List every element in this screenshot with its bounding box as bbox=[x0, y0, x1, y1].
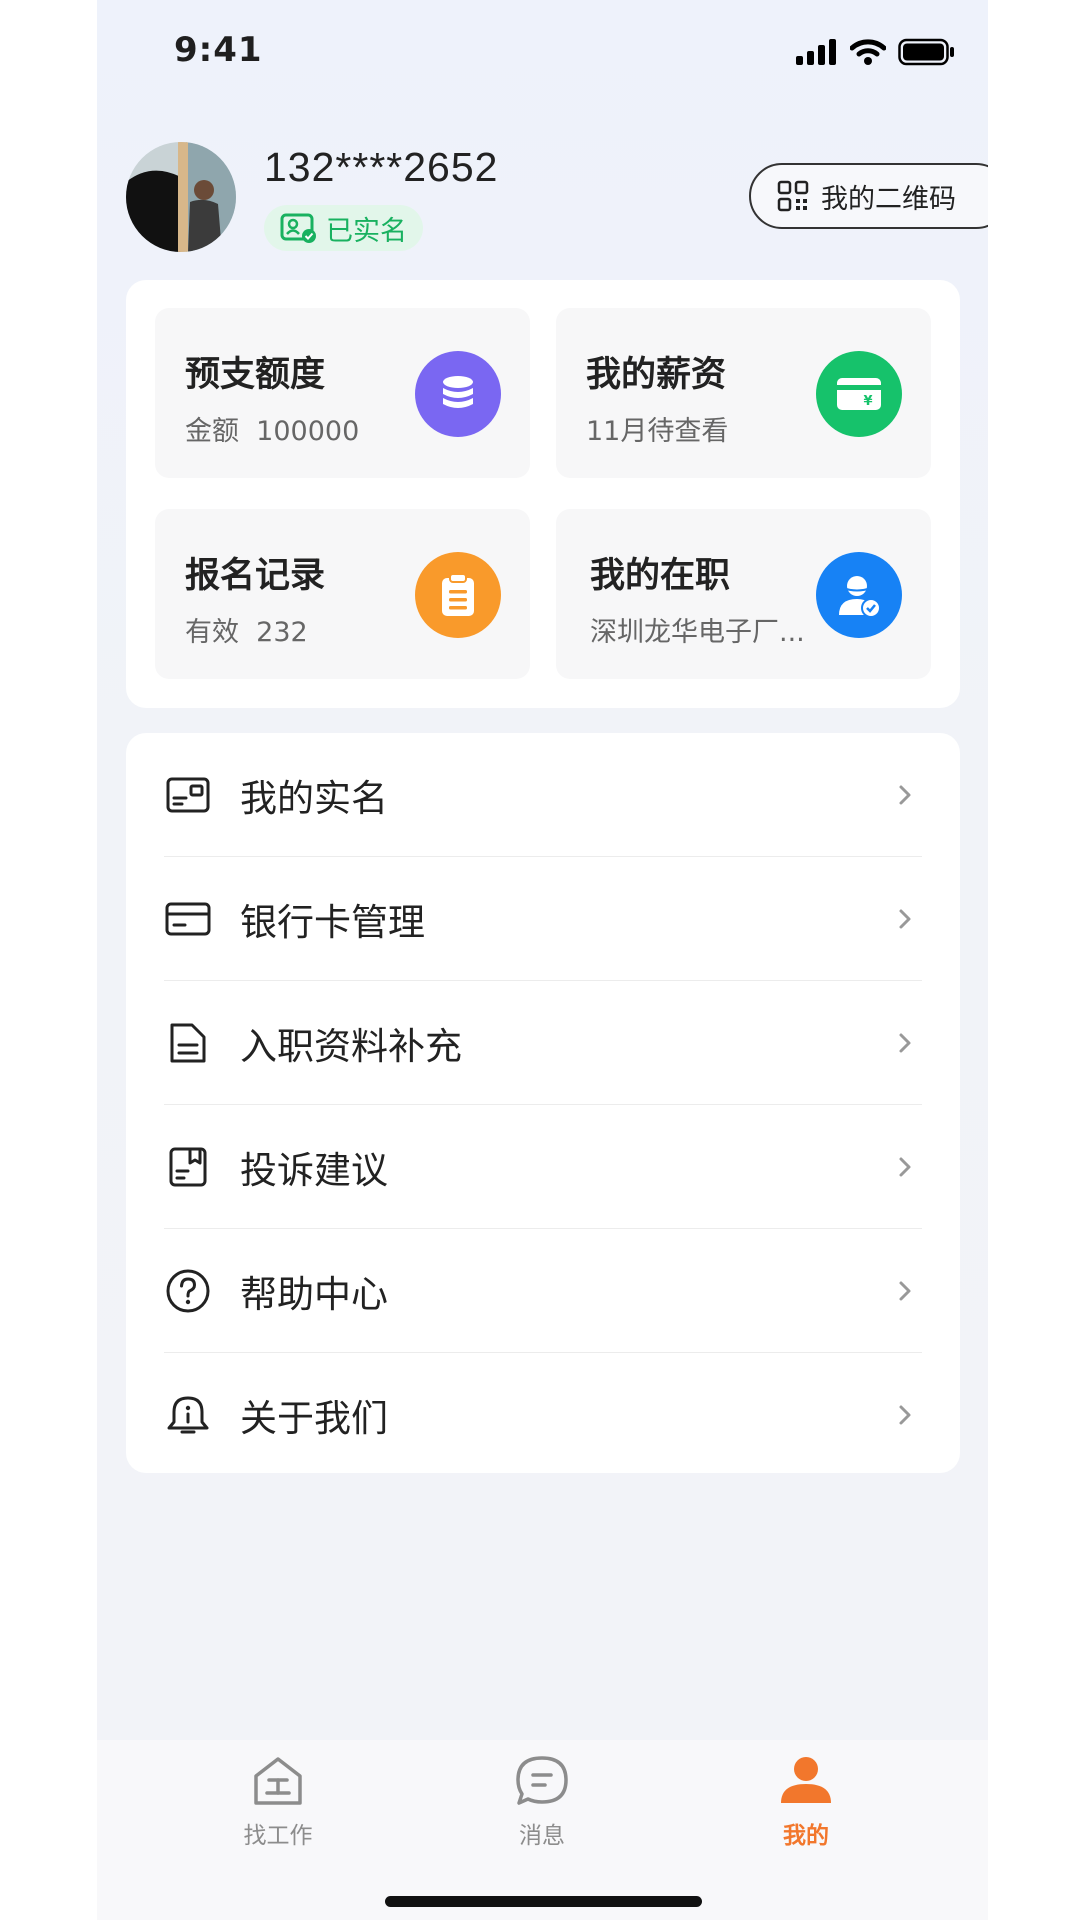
phone-number: 132****2652 bbox=[264, 144, 499, 190]
tab-find-work[interactable]: 找工作 bbox=[198, 1754, 358, 1850]
tile-my-employment[interactable]: 我的在职 深圳龙华电子厂... bbox=[556, 509, 931, 679]
tab-label: 消息 bbox=[519, 1823, 565, 1849]
tile-subtitle-value: 232 bbox=[256, 617, 308, 648]
avatar-image bbox=[126, 142, 236, 252]
my-qr-code-button[interactable]: 我的二维码 bbox=[749, 163, 988, 229]
battery-icon bbox=[898, 38, 954, 66]
chevron-right-icon bbox=[899, 909, 911, 928]
chevron-right-icon bbox=[899, 785, 911, 804]
tile-title: 我的薪资 bbox=[586, 355, 727, 395]
tile-my-salary[interactable]: 我的薪资 11月待查看 ¥ bbox=[556, 308, 931, 478]
tile-subtitle-prefix: 金额 bbox=[185, 416, 239, 447]
menu-item-onboarding-docs[interactable]: 入职资料补充 bbox=[164, 981, 922, 1104]
wifi-icon bbox=[850, 39, 886, 65]
tile-subtitle: 11月待查看 bbox=[586, 416, 729, 447]
menu-item-complaints[interactable]: 投诉建议 bbox=[164, 1105, 922, 1228]
home-work-icon bbox=[254, 1757, 302, 1805]
user-verified-icon bbox=[816, 552, 902, 638]
help-icon bbox=[164, 1267, 212, 1315]
coins-stack-icon bbox=[415, 351, 501, 437]
about-icon bbox=[164, 1391, 212, 1439]
summary-card: 预支额度 金额 100000 我的薪资 11月待查看 ¥ 报名记录 有效 232… bbox=[126, 280, 960, 708]
status-time: 9:41 bbox=[174, 30, 263, 70]
menu-item-bank-card[interactable]: 银行卡管理 bbox=[164, 857, 922, 980]
id-card-icon bbox=[164, 771, 212, 819]
person-icon bbox=[781, 1757, 831, 1803]
signal-icon bbox=[796, 39, 836, 65]
menu-item-label: 银行卡管理 bbox=[240, 900, 425, 944]
clipboard-icon bbox=[415, 552, 501, 638]
tile-subtitle: 金额 100000 bbox=[185, 409, 359, 448]
document-icon bbox=[164, 1019, 212, 1067]
menu-item-label: 入职资料补充 bbox=[240, 1024, 462, 1068]
tab-label: 找工作 bbox=[243, 1823, 313, 1849]
tab-label: 我的 bbox=[783, 1823, 829, 1849]
tab-bar: 找工作 消息 我的 bbox=[97, 1740, 988, 1920]
chevron-right-icon bbox=[899, 1033, 911, 1052]
menu-card: 我的实名 银行卡管理 入职资料补充 投诉建议 帮助中心 关于我们 bbox=[126, 733, 960, 1473]
tile-title: 预支额度 bbox=[185, 355, 326, 395]
message-icon bbox=[516, 1756, 568, 1805]
tile-advance-limit[interactable]: 预支额度 金额 100000 bbox=[155, 308, 530, 478]
chevron-right-icon bbox=[899, 1281, 911, 1300]
tile-subtitle: 深圳龙华电子厂... bbox=[590, 617, 805, 648]
menu-item-label: 关于我们 bbox=[240, 1396, 388, 1440]
yuan-card-icon: ¥ bbox=[816, 351, 902, 437]
menu-item-real-name[interactable]: 我的实名 bbox=[164, 733, 922, 856]
verified-id-icon bbox=[280, 213, 316, 243]
menu-item-about-us[interactable]: 关于我们 bbox=[164, 1353, 922, 1476]
status-icons bbox=[796, 38, 956, 66]
tile-application-records[interactable]: 报名记录 有效 232 bbox=[155, 509, 530, 679]
tile-title: 我的在职 bbox=[590, 556, 731, 596]
qr-button-label: 我的二维码 bbox=[821, 183, 956, 215]
tab-messages[interactable]: 消息 bbox=[462, 1754, 622, 1850]
verified-badge: 已实名 bbox=[264, 205, 423, 251]
menu-item-label: 帮助中心 bbox=[240, 1272, 388, 1316]
menu-item-label: 投诉建议 bbox=[240, 1148, 388, 1192]
bank-card-icon bbox=[164, 895, 212, 943]
svg-text:¥: ¥ bbox=[863, 394, 872, 409]
menu-item-help-center[interactable]: 帮助中心 bbox=[164, 1229, 922, 1352]
app-screen: 9:41 132****2652 已实名 我的二维码 预支额度 金额 10000… bbox=[97, 0, 988, 1920]
verified-label: 已实名 bbox=[326, 215, 407, 247]
tile-title: 报名记录 bbox=[185, 556, 326, 596]
chevron-right-icon bbox=[899, 1157, 911, 1176]
home-indicator bbox=[385, 1896, 702, 1907]
chevron-right-icon bbox=[899, 1405, 911, 1424]
tile-subtitle-value: 100000 bbox=[256, 416, 360, 447]
tile-subtitle: 有效 232 bbox=[185, 610, 308, 649]
menu-item-label: 我的实名 bbox=[240, 776, 388, 820]
tab-mine[interactable]: 我的 bbox=[726, 1754, 886, 1850]
avatar[interactable] bbox=[126, 142, 236, 252]
qr-code-icon bbox=[777, 180, 809, 212]
tile-subtitle-prefix: 有效 bbox=[185, 617, 239, 648]
complaint-icon bbox=[164, 1143, 212, 1191]
